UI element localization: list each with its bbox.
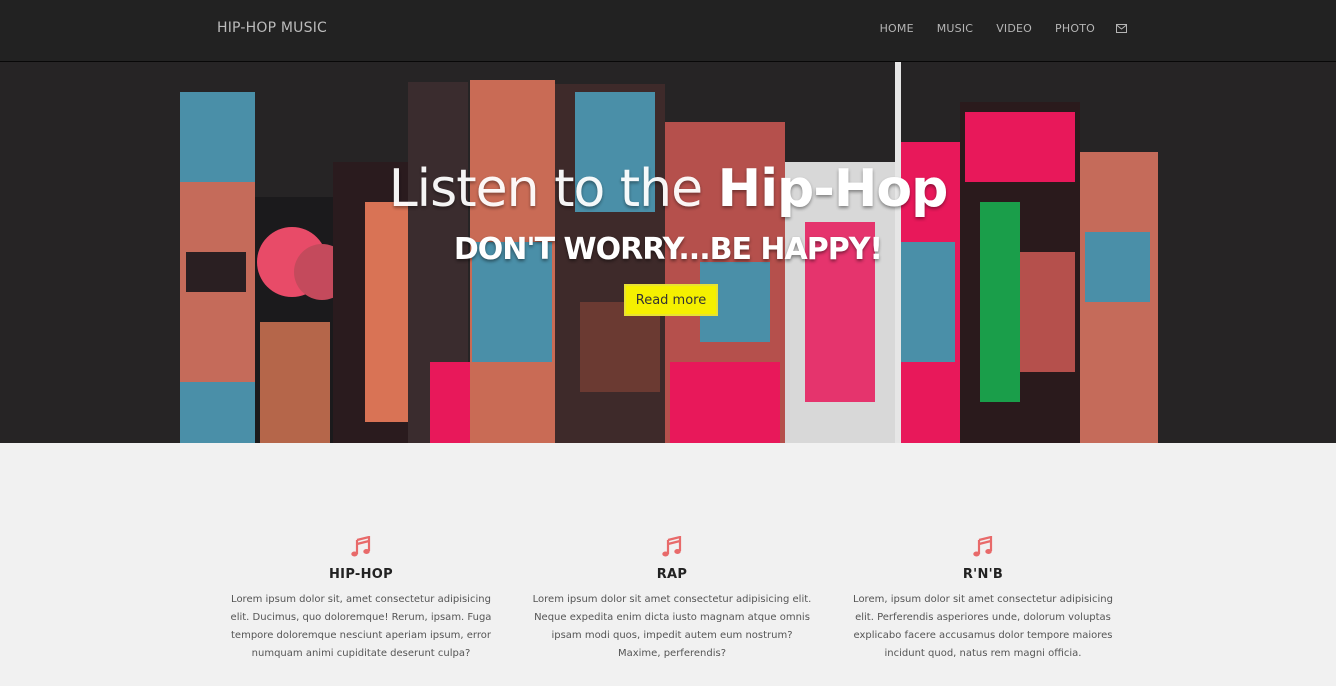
feature-title: R'N'B [962, 567, 1004, 582]
hero-subtitle: DON'T WORRY...BE HAPPY! [453, 232, 883, 267]
feature-title: HIP-HOP [329, 567, 393, 582]
feature-rnb: R'N'B Lorem, ipsum dolor sit amet consec… [843, 536, 1123, 663]
feature-text: Lorem, ipsum dolor sit amet consectetur … [853, 594, 1113, 659]
nav-photo[interactable]: PHOTO [1055, 22, 1095, 35]
hero-title: Listen to the Hip-Hop [0, 159, 1336, 219]
hero-title-bold: Hip-Hop [717, 159, 949, 219]
nav-music[interactable]: MUSIC [937, 22, 973, 35]
music-note-icon [351, 536, 371, 557]
feature-hip-hop: HIP-HOP Lorem ipsum dolor sit, amet cons… [221, 536, 501, 663]
read-more-button[interactable]: Read more [624, 284, 718, 316]
main-nav: HOME MUSIC VIDEO PHOTO [857, 22, 1127, 35]
nav-video[interactable]: VIDEO [996, 22, 1032, 35]
hero-banner: Listen to the Hip-Hop DON'T WORRY...BE H… [0, 62, 1336, 443]
music-note-icon [662, 536, 682, 557]
feature-text: Lorem ipsum dolor sit amet consectetur a… [532, 594, 812, 659]
music-note-icon [973, 536, 993, 557]
features-section: HIP-HOP Lorem ipsum dolor sit, amet cons… [0, 443, 1336, 686]
envelope-icon[interactable] [1116, 24, 1127, 33]
feature-title: RAP [656, 567, 688, 582]
navbar: HIP-HOP MUSIC HOME MUSIC VIDEO PHOTO [0, 0, 1336, 62]
feature-rap: RAP Lorem ipsum dolor sit amet consectet… [532, 536, 812, 663]
hero-title-light: Listen to the [388, 159, 718, 219]
nav-home[interactable]: HOME [880, 22, 914, 35]
feature-text: Lorem ipsum dolor sit, amet consectetur … [230, 594, 492, 659]
brand-link[interactable]: HIP-HOP MUSIC [217, 20, 327, 36]
